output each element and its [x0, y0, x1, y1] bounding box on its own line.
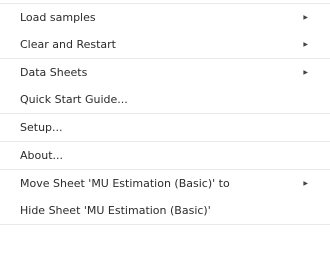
menu-item-clear-and-restart[interactable]: Clear and Restart ▶ — [0, 31, 330, 58]
menu-group-sheet: Move Sheet 'MU Estimation (Basic)' to ▶ … — [0, 170, 330, 225]
submenu-arrow-icon: ▶ — [303, 69, 308, 76]
menu-item-about[interactable]: About... — [0, 142, 330, 169]
menu-item-quick-start-guide[interactable]: Quick Start Guide... — [0, 86, 330, 113]
submenu-arrow-icon: ▶ — [303, 180, 308, 187]
menu-item-label: About... — [20, 149, 64, 162]
menu-item-label: Data Sheets — [20, 66, 88, 79]
menu-item-label: Hide Sheet 'MU Estimation (Basic)' — [20, 204, 211, 217]
menu-group-load: Load samples ▶ Clear and Restart ▶ — [0, 3, 330, 59]
menu-group-setup: Setup... — [0, 114, 330, 142]
menu-item-load-samples[interactable]: Load samples ▶ — [0, 4, 330, 31]
menu-item-label: Quick Start Guide... — [20, 93, 128, 106]
menu-item-label: Load samples — [20, 11, 96, 24]
menu-item-data-sheets[interactable]: Data Sheets ▶ — [0, 59, 330, 86]
menu-item-label: Clear and Restart — [20, 38, 116, 51]
menu-group-about: About... — [0, 142, 330, 170]
menu-item-hide-sheet[interactable]: Hide Sheet 'MU Estimation (Basic)' — [0, 197, 330, 224]
menu-group-data: Data Sheets ▶ Quick Start Guide... — [0, 59, 330, 114]
menu-item-label: Move Sheet 'MU Estimation (Basic)' to — [20, 177, 230, 190]
menu-item-move-sheet[interactable]: Move Sheet 'MU Estimation (Basic)' to ▶ — [0, 170, 330, 197]
menu-item-setup[interactable]: Setup... — [0, 114, 330, 141]
menu-item-label: Setup... — [20, 121, 63, 134]
submenu-arrow-icon: ▶ — [303, 14, 308, 21]
context-menu: Load samples ▶ Clear and Restart ▶ Data … — [0, 3, 330, 280]
submenu-arrow-icon: ▶ — [303, 41, 308, 48]
